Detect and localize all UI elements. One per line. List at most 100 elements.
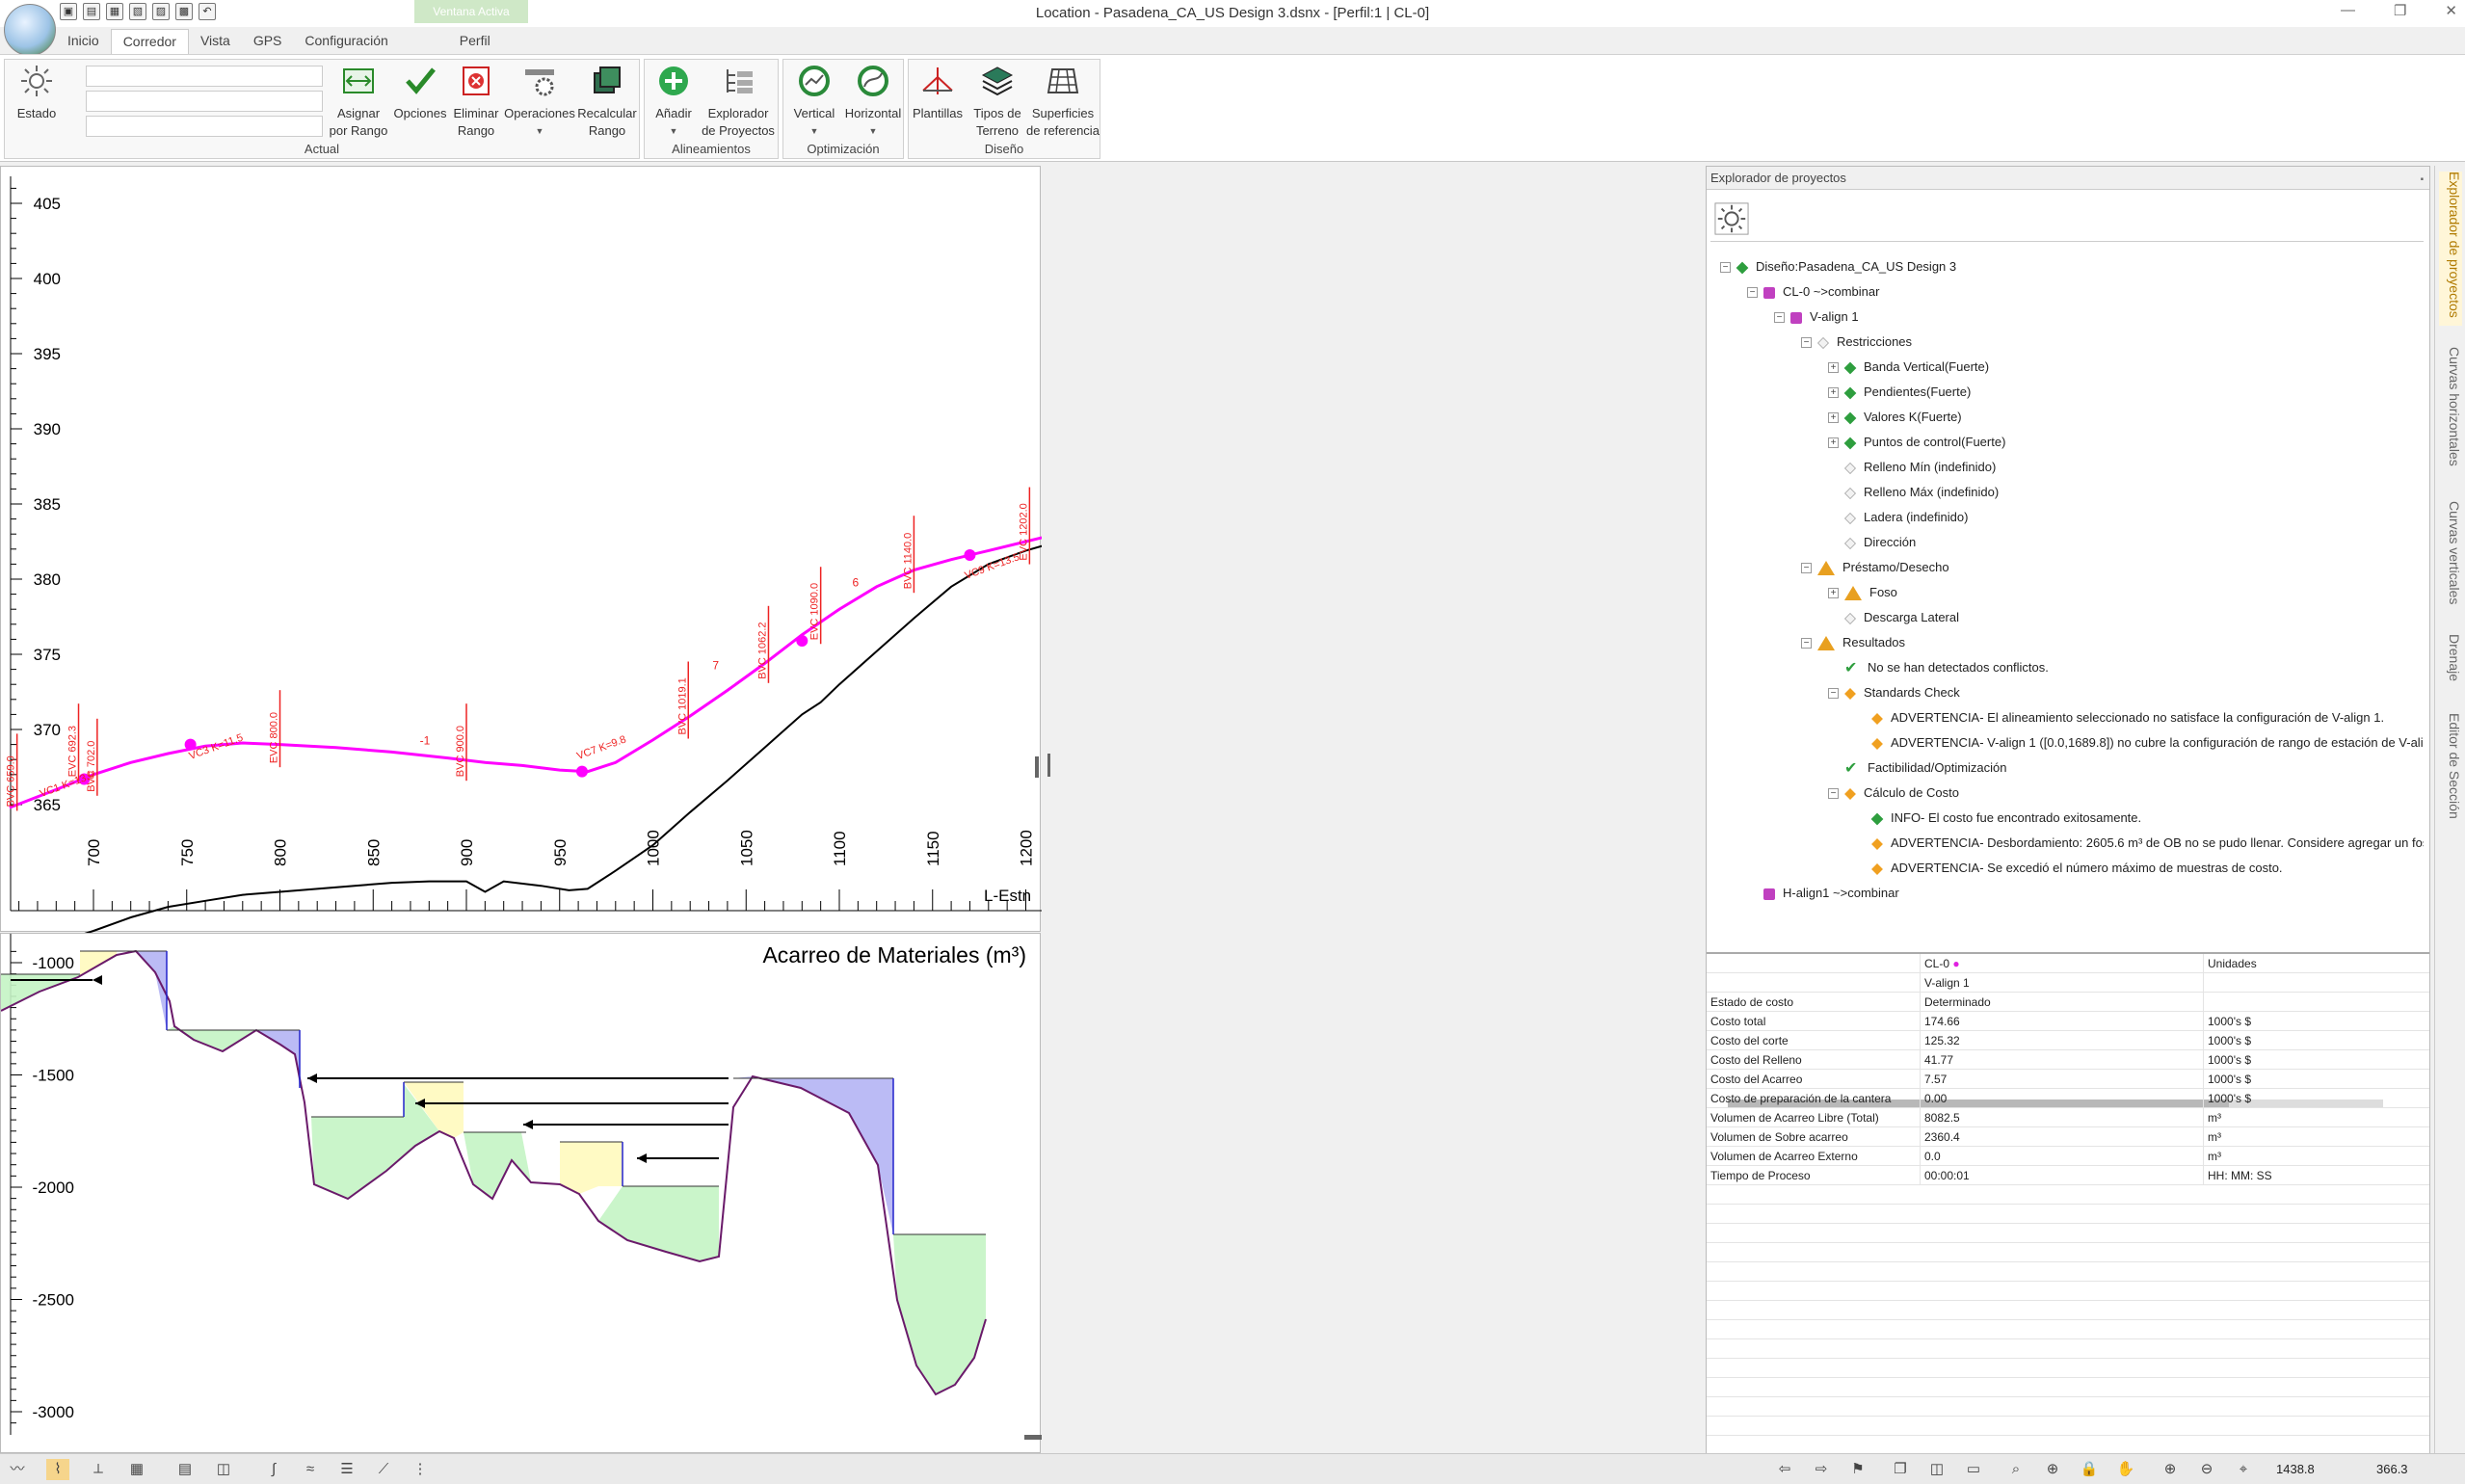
- tree-node[interactable]: − Standards Check: [1828, 681, 1960, 704]
- zoom-in-icon[interactable]: ⊕: [2159, 1459, 2182, 1480]
- tree-node[interactable]: ADVERTENCIA- El alineamiento seleccionad…: [1855, 706, 2384, 729]
- side-tab-curvas-verticales[interactable]: Curvas verticales: [2439, 501, 2462, 617]
- tree-node[interactable]: − Resultados: [1801, 631, 1905, 654]
- tree-node[interactable]: − Diseño:Pasadena_CA_US Design 3: [1720, 255, 1956, 278]
- current-range-field-1[interactable]: [86, 66, 323, 87]
- zoom-icon[interactable]: ⌕: [2004, 1459, 2028, 1480]
- opciones-button[interactable]: Opciones: [388, 64, 452, 122]
- tree-node[interactable]: H-align1 ~>combinar: [1747, 882, 1899, 905]
- tree-node[interactable]: + Pendientes(Fuerte): [1828, 381, 1971, 404]
- asignar-por-rango-button[interactable]: Asignar por Rango: [327, 64, 390, 140]
- close-icon[interactable]: ✕: [2445, 2, 2457, 19]
- tab-configuracion[interactable]: Configuración: [293, 29, 399, 54]
- status-sun-icon[interactable]: [1714, 201, 1749, 236]
- profile-tool-icon[interactable]: ⌇: [46, 1459, 69, 1480]
- tree-node[interactable]: + Foso: [1828, 581, 1897, 604]
- collapse-icon[interactable]: −: [1801, 563, 1812, 574]
- 3d-box-icon[interactable]: ◫: [212, 1459, 235, 1480]
- superficies-referencia-button[interactable]: Superficies de referencia: [1024, 64, 1101, 140]
- tree-node[interactable]: Dirección: [1828, 531, 1916, 554]
- recalcular-rango-button[interactable]: Recalcular Rango: [575, 64, 639, 140]
- plantillas-button[interactable]: Plantillas: [909, 64, 967, 122]
- collapse-icon[interactable]: −: [1801, 337, 1812, 349]
- tab-corredor[interactable]: Corredor: [110, 29, 189, 54]
- tree-node[interactable]: Relleno Máx (indefinido): [1828, 481, 1999, 504]
- tree-node[interactable]: ✔ No se han detectados conflictos.: [1828, 656, 2049, 679]
- tree-node[interactable]: INFO- El costo fue encontrado exitosamen…: [1855, 807, 2141, 830]
- side-tab-explorador[interactable]: Explorador de proyectos: [2439, 172, 2462, 326]
- collapse-icon[interactable]: −: [1774, 312, 1785, 324]
- tree-node[interactable]: − Préstamo/Desecho: [1801, 556, 1949, 579]
- tree-node[interactable]: + Valores K(Fuerte): [1828, 406, 1962, 429]
- collapse-icon[interactable]: −: [1828, 788, 1839, 800]
- collapse-icon[interactable]: −: [1801, 638, 1812, 649]
- tree-node[interactable]: Ladera (indefinido): [1828, 506, 1968, 529]
- tree-node[interactable]: ADVERTENCIA- Se excedió el número máximo…: [1855, 857, 2283, 880]
- pan-right-icon[interactable]: ⇨: [1810, 1459, 1833, 1480]
- tree-node[interactable]: ✔ Factibilidad/Optimización: [1828, 756, 2007, 780]
- tree-node[interactable]: − Cálculo de Costo: [1828, 782, 1959, 805]
- mass-haul-chart[interactable]: -1000 -1500 -2000 -2500 -3000 Acarreo de Mate…: [0, 934, 1044, 1454]
- tree-node[interactable]: + Puntos de control(Fuerte): [1828, 431, 2005, 454]
- flag-icon[interactable]: ⚑: [1846, 1459, 1869, 1480]
- zoom-extents-icon[interactable]: ⊕: [2041, 1459, 2064, 1480]
- mass-haul-view[interactable]: -1000 -1500 -2000 -2500 -3000 Acarreo de Mate…: [0, 933, 1044, 1454]
- tree-icon[interactable]: ⋮: [409, 1459, 432, 1480]
- profile-chart[interactable]: 405 400 395 390 385 380 375 370 365 700 750 800 850 9…: [1, 167, 1968, 961]
- zoom-window-icon[interactable]: ⌖: [2232, 1459, 2255, 1480]
- collapse-icon[interactable]: −: [1720, 262, 1731, 274]
- side-tab-drenaje[interactable]: Drenaje: [2439, 634, 2462, 702]
- split-view-icon[interactable]: ◫: [1925, 1459, 1948, 1480]
- restore-icon[interactable]: ❐: [2394, 2, 2406, 19]
- side-tab-editor-seccion[interactable]: Editor de Sección: [2439, 713, 2462, 838]
- expand-icon[interactable]: +: [1828, 362, 1839, 374]
- hand-icon[interactable]: ✋: [2114, 1459, 2137, 1480]
- table-icon[interactable]: ▦: [125, 1459, 148, 1480]
- curve-icon[interactable]: ∫: [262, 1459, 285, 1480]
- current-range-field-3[interactable]: [86, 116, 323, 137]
- minimize-icon[interactable]: —: [2341, 2, 2355, 19]
- section-tool-icon[interactable]: ⟂: [87, 1459, 110, 1480]
- expand-icon[interactable]: +: [1828, 437, 1839, 449]
- list-icon[interactable]: ☰: [335, 1459, 358, 1480]
- app-logo[interactable]: [4, 4, 56, 56]
- current-range-field-2[interactable]: [86, 91, 323, 112]
- measure-icon[interactable]: ⟋: [372, 1459, 395, 1480]
- anadir-button[interactable]: Añadir ▼: [649, 64, 699, 140]
- tree-node[interactable]: − V-align 1: [1774, 305, 1859, 329]
- expand-icon[interactable]: +: [1828, 387, 1839, 399]
- horizontal-optimization-button[interactable]: Horizontal ▼: [843, 64, 903, 140]
- expand-icon[interactable]: +: [1828, 588, 1839, 599]
- side-tab-curvas-horizontales[interactable]: Curvas horizontales: [2439, 347, 2462, 482]
- collapse-icon[interactable]: −: [1828, 688, 1839, 700]
- zoom-out-icon[interactable]: ⊖: [2195, 1459, 2218, 1480]
- vertical-optimization-button[interactable]: Vertical ▼: [785, 64, 843, 140]
- tab-inicio[interactable]: Inicio: [56, 29, 111, 54]
- tab-gps[interactable]: GPS: [242, 29, 294, 54]
- operaciones-button[interactable]: Operaciones ▼: [500, 64, 579, 140]
- alignment-tool-icon[interactable]: 〰: [6, 1459, 29, 1480]
- window-icon[interactable]: ❐: [1889, 1459, 1912, 1480]
- tab-perfil[interactable]: Perfil: [448, 29, 502, 54]
- pin-icon[interactable]: ⬝: [2421, 167, 2424, 190]
- tree-node[interactable]: Relleno Mín (indefinido): [1828, 456, 1996, 479]
- explorador-proyectos-button[interactable]: Explorador de Proyectos: [699, 64, 778, 140]
- splitter[interactable]: [1043, 166, 1054, 1453]
- tab-vista[interactable]: Vista: [189, 29, 242, 54]
- eliminar-rango-button[interactable]: Eliminar Rango: [446, 64, 506, 140]
- tree-node[interactable]: Descarga Lateral: [1828, 606, 1959, 629]
- tree-node[interactable]: ADVERTENCIA- Desbordamiento: 2605.6 m³ d…: [1855, 832, 2424, 855]
- tipos-terreno-button[interactable]: Tipos de Terreno: [967, 64, 1028, 140]
- splitter-handle[interactable]: [1047, 754, 1050, 777]
- lock-icon[interactable]: 🔒: [2078, 1459, 2101, 1480]
- collapse-icon[interactable]: −: [1747, 287, 1758, 299]
- profile-view[interactable]: 405 400 395 390 385 380 375 370 365 700 750 800 850 9…: [0, 166, 1968, 961]
- tree-node[interactable]: ADVERTENCIA- V-align 1 ([0.0,1689.8]) no…: [1855, 731, 2424, 755]
- panel-icon[interactable]: ▭: [1962, 1459, 1985, 1480]
- tree-node[interactable]: − CL-0 ~>combinar: [1747, 280, 1879, 304]
- layout-icon[interactable]: ▤: [173, 1459, 197, 1480]
- estado-button[interactable]: Estado: [9, 64, 65, 122]
- expand-icon[interactable]: +: [1828, 412, 1839, 424]
- tree-node[interactable]: + Banda Vertical(Fuerte): [1828, 356, 1989, 379]
- tree-node[interactable]: − Restricciones: [1801, 331, 1912, 354]
